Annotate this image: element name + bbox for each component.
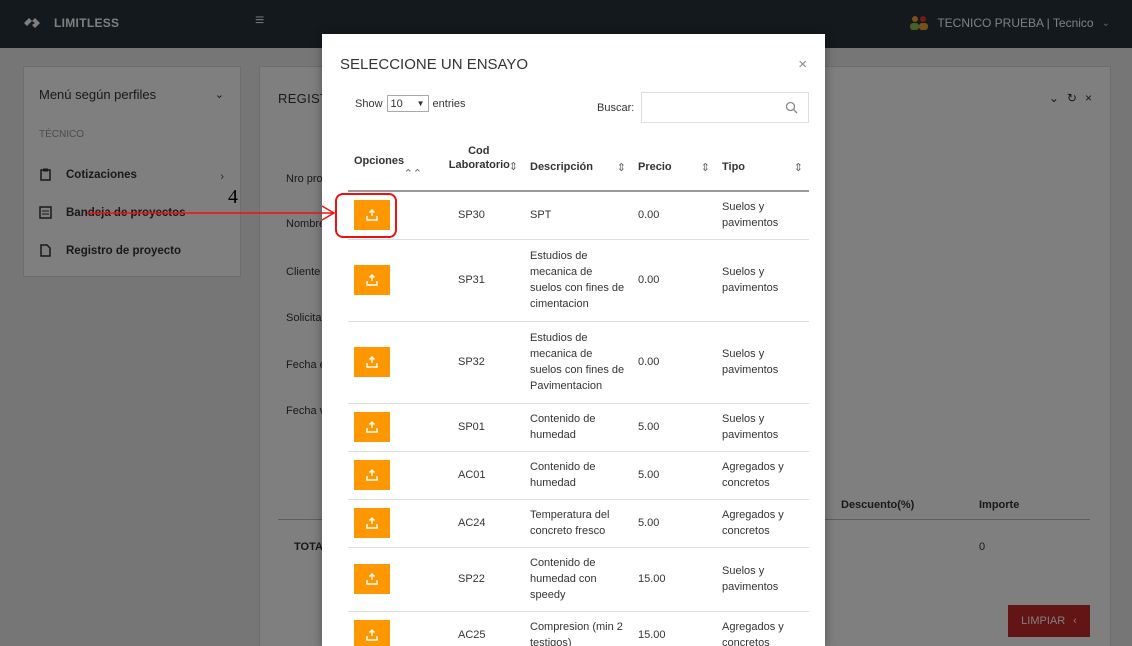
annotation-arrow	[87, 205, 336, 221]
annotation-highlight	[335, 193, 397, 238]
